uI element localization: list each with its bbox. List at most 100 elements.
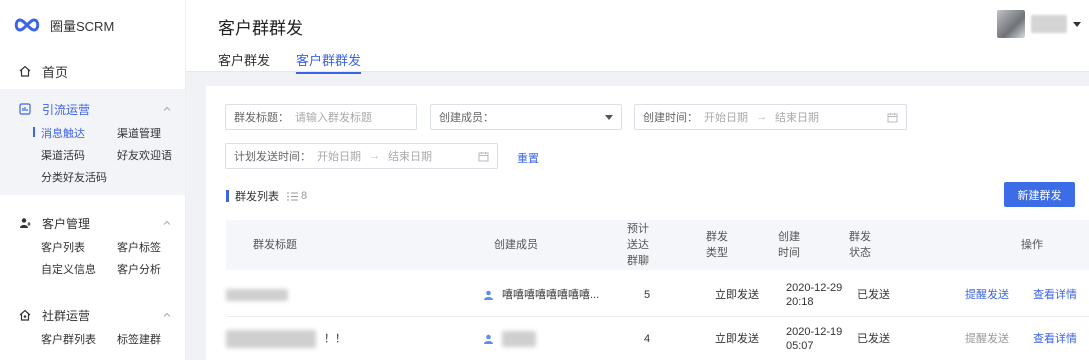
created-time-start: 开始日期 (704, 112, 748, 124)
sidebar-item-custom-info[interactable]: 自定义信息 (41, 261, 117, 277)
list-title: 群发列表 8 (226, 188, 307, 204)
th-ops: 操作 (1021, 239, 1043, 251)
range-arrow: → (756, 111, 767, 123)
list-title-text: 群发列表 (235, 191, 279, 203)
cell-creator: 嘻嘻嘻嘻嘻嘻嘻嘻... (484, 273, 634, 317)
sidebar-item-message-reach[interactable]: 消息触达 (33, 125, 117, 141)
list-icon (287, 192, 298, 200)
sidebar-item-customer-tags[interactable]: 客户标签 (117, 239, 197, 255)
chevron-up-icon (163, 220, 171, 225)
table-header: 群发标题 创建成员 预计 送达 群聊 群发 类型 创建 时间 群发 状态 操作 (226, 220, 1089, 270)
community-icon (19, 309, 31, 321)
title-suffix: ！！ (324, 333, 346, 345)
redacted-creator (502, 331, 536, 347)
th-type-line: 类型 (706, 247, 728, 259)
th-title: 群发标题 (253, 239, 297, 251)
dropdown-arrow-icon (605, 114, 613, 120)
title-filter[interactable]: 群发标题： 请输入群发标题 (225, 104, 417, 130)
created-date: 2020-12-29 (786, 282, 843, 294)
th-status-line: 群发 (849, 231, 871, 243)
chevron-up-icon (163, 106, 171, 111)
redacted-title (226, 289, 288, 301)
plan-time-label: 计划发送时间： (234, 151, 311, 163)
content-card: 群发标题： 请输入群发标题 创建成员： 创建时间： 开始日期 → 结束日期 计划… (206, 86, 1089, 360)
sidebar-group-head-customer[interactable]: 客户管理 (0, 209, 185, 237)
sidebar-item-category-code[interactable]: 分类好友活码 (41, 169, 117, 185)
sidebar-group-head-community[interactable]: 社群运营 (0, 301, 185, 329)
sidebar: 圈量SCRM 首页 引流运营 消息触达 渠道管理 渠道活码 好友欢迎语 分类好友… (0, 0, 186, 360)
sidebar-item-tag-group[interactable]: 标签建群 (117, 331, 197, 347)
remind-send-link[interactable]: 提醒发送 (965, 317, 1009, 360)
sidebar-group-label: 社群运营 (42, 308, 91, 323)
list-count-value: 8 (301, 190, 308, 202)
sidebar-item-home[interactable]: 首页 (0, 53, 185, 89)
th-est-line: 送达 (627, 239, 649, 251)
sidebar-item-welcome[interactable]: 好友欢迎语 (117, 147, 197, 163)
sidebar-group-traffic: 引流运营 消息触达 渠道管理 渠道活码 好友欢迎语 分类好友活码 (0, 89, 185, 195)
plan-time-end: 结束日期 (388, 151, 432, 163)
brand-name: 圈量SCRM (50, 18, 115, 34)
remind-send-link[interactable]: 提醒发送 (965, 273, 1009, 317)
created-time: 20:18 (786, 296, 814, 308)
creator-select-label: 创建成员： (439, 112, 494, 124)
avatar[interactable] (997, 10, 1025, 38)
user-menu[interactable] (997, 10, 1081, 38)
tabs: 客户群发 客户群群发 (218, 50, 387, 74)
sidebar-item-channel-code[interactable]: 渠道活码 (41, 147, 117, 163)
creator-select[interactable]: 创建成员： (430, 104, 622, 130)
plan-time-start: 开始日期 (317, 151, 361, 163)
list-count: 8 (287, 190, 307, 202)
th-status: 群发 状态 (840, 220, 880, 270)
page-title: 客户群群发 (218, 19, 303, 38)
user-name-redacted (1031, 15, 1067, 33)
redacted-title (226, 330, 316, 348)
th-created: 创建 时间 (769, 220, 809, 270)
cell-status: 已发送 (857, 333, 890, 345)
cell-type: 立即发送 (715, 289, 759, 301)
created-time: 05:07 (786, 340, 814, 352)
sidebar-group-community: 社群运营 客户群列表 标签建群 (0, 295, 185, 357)
sidebar-group-label: 引流运营 (42, 102, 91, 117)
cell-created: 2020-12-29 20:18 (786, 273, 842, 317)
th-creator: 创建成员 (494, 239, 538, 251)
campaign-icon (19, 103, 31, 115)
title-filter-placeholder: 请输入群发标题 (295, 112, 372, 124)
header: 客户群群发 客户群发 客户群群发 (186, 0, 1089, 74)
th-type-line: 群发 (706, 231, 728, 243)
cell-type: 立即发送 (715, 333, 759, 345)
plan-time-range[interactable]: 计划发送时间： 开始日期 → 结束日期 (225, 143, 498, 169)
view-details-link[interactable]: 查看详情 (1033, 273, 1077, 317)
created-time-label: 创建时间： (643, 112, 698, 124)
tab-customer-mass[interactable]: 客户群发 (218, 50, 270, 74)
table-row: 嘻嘻嘻嘻嘻嘻嘻嘻... 5 立即发送 2020-12-29 20:18 已发送 … (226, 273, 1089, 317)
tab-group-mass[interactable]: 客户群群发 (296, 50, 362, 74)
calendar-icon (887, 112, 898, 122)
cell-created: 2020-12-19 05:07 (786, 317, 842, 360)
sidebar-group-head-traffic[interactable]: 引流运营 (0, 95, 185, 123)
view-details-link[interactable]: 查看详情 (1033, 317, 1077, 360)
sidebar-item-customer-list[interactable]: 客户列表 (41, 239, 117, 255)
user-manage-icon (20, 218, 31, 228)
new-mass-button[interactable]: 新建群发 (1004, 182, 1075, 207)
sidebar-item-group-list[interactable]: 客户群列表 (41, 331, 117, 347)
reset-button[interactable]: 重置 (517, 150, 539, 166)
caret-down-icon[interactable] (1073, 21, 1081, 27)
cell-title (226, 273, 426, 317)
table-row: ！！ 4 立即发送 2020-12-19 05:07 已发送 提醒发送 查看详情 (226, 317, 1089, 360)
th-type: 群发 类型 (697, 220, 737, 270)
created-date: 2020-12-19 (786, 326, 843, 338)
sidebar-group-customer: 客户管理 客户列表 客户标签 自定义信息 客户分析 (0, 203, 185, 287)
sidebar-item-label: 首页 (42, 64, 69, 80)
infinity-logo-icon (14, 18, 40, 32)
title-filter-label: 群发标题： (234, 112, 289, 124)
th-est-line: 群聊 (627, 255, 649, 267)
cell-count: 5 (644, 289, 651, 301)
sidebar-item-channel-manage[interactable]: 渠道管理 (117, 125, 197, 141)
home-icon (19, 65, 31, 77)
th-created-line: 时间 (778, 247, 800, 259)
brand: 圈量SCRM (0, 0, 185, 50)
created-time-range[interactable]: 创建时间： 开始日期 → 结束日期 (634, 104, 907, 130)
title-accent-bar (226, 190, 229, 202)
th-est-groups: 预计 送达 群聊 (618, 220, 658, 270)
sidebar-item-customer-analysis[interactable]: 客户分析 (117, 261, 197, 277)
